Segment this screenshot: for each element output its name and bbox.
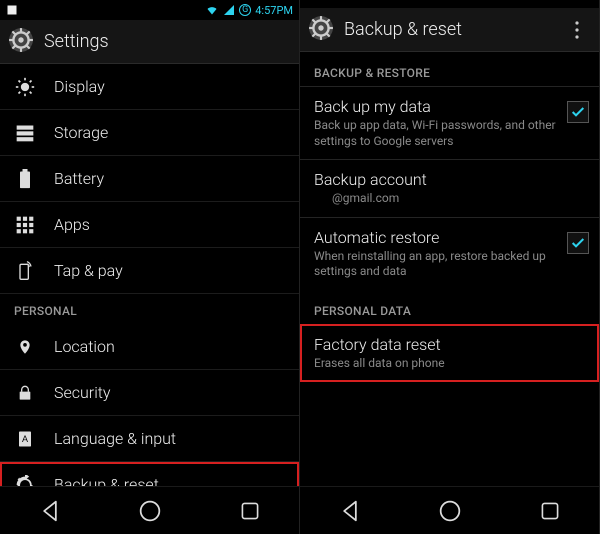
row-label: Backup & reset <box>54 475 159 486</box>
overflow-menu[interactable] <box>563 10 591 50</box>
row-subtitle: Back up app data, Wi-Fi passwords, and o… <box>314 118 559 149</box>
section-personal: PERSONAL <box>0 294 299 324</box>
settings-title: Settings <box>44 31 291 52</box>
row-label: Language & input <box>54 429 176 448</box>
wifi-icon <box>205 4 219 16</box>
screen-settings: G 4:57PM Settings Display Storage Batter… <box>0 0 300 534</box>
row-label: Battery <box>54 169 104 188</box>
row-label: Security <box>54 383 111 402</box>
section-personal-data: PERSONAL DATA <box>300 290 599 324</box>
screen-backup-reset: Backup & reset BACKUP & RESTORE Back up … <box>300 0 600 534</box>
gear-icon[interactable] <box>8 27 34 57</box>
row-subtitle: When reinstalling an app, restore backed… <box>314 249 559 280</box>
row-label: Location <box>54 337 115 356</box>
network-badge-icon: G <box>239 4 251 16</box>
backup-title: Backup & reset <box>344 19 553 40</box>
storage-icon <box>14 123 36 143</box>
row-automatic-restore[interactable]: Automatic restore When reinstalling an a… <box>300 217 599 290</box>
row-factory-reset[interactable]: Factory data reset Erases all data on ph… <box>300 324 599 382</box>
brightness-icon <box>14 77 36 97</box>
row-title: Backup account <box>314 170 589 189</box>
nav-recent[interactable] <box>537 498 563 524</box>
row-battery[interactable]: Battery <box>0 156 299 202</box>
row-subtitle: @gmail.com <box>314 191 589 207</box>
row-label: Storage <box>54 123 108 142</box>
row-display[interactable]: Display <box>0 64 299 110</box>
settings-header: Settings <box>0 20 299 64</box>
row-tap-pay[interactable]: Tap & pay <box>0 248 299 294</box>
row-title: Factory data reset <box>314 335 589 354</box>
location-icon <box>14 337 36 357</box>
signal-icon <box>223 4 235 16</box>
row-label: Apps <box>54 215 90 234</box>
gear-icon[interactable] <box>308 15 334 45</box>
language-icon: A <box>14 429 36 449</box>
apps-icon <box>14 215 36 235</box>
row-security[interactable]: Security <box>0 370 299 416</box>
nav-back[interactable] <box>336 497 364 525</box>
backup-content[interactable]: BACKUP & RESTORE Back up my data Back up… <box>300 52 599 486</box>
restore-icon <box>14 475 36 487</box>
row-title: Automatic restore <box>314 228 559 247</box>
row-backup-reset[interactable]: Backup & reset <box>0 462 299 486</box>
row-storage[interactable]: Storage <box>0 110 299 156</box>
section-backup-restore: BACKUP & RESTORE <box>300 52 599 86</box>
nav-recent[interactable] <box>237 498 263 524</box>
nav-home[interactable] <box>436 497 464 525</box>
row-backup-account[interactable]: Backup account @gmail.com <box>300 159 599 217</box>
checkbox-auto-restore[interactable] <box>567 232 589 254</box>
tap-pay-icon <box>14 261 36 281</box>
row-apps[interactable]: Apps <box>0 202 299 248</box>
nav-back[interactable] <box>36 497 64 525</box>
row-label: Display <box>54 77 105 96</box>
row-language[interactable]: A Language & input <box>0 416 299 462</box>
svg-text:A: A <box>22 434 28 444</box>
settings-list[interactable]: Display Storage Battery Apps Tap & pay <box>0 64 299 486</box>
lock-icon <box>14 383 36 403</box>
nav-bar <box>300 486 599 534</box>
backup-header: Backup & reset <box>300 8 599 52</box>
nav-home[interactable] <box>136 497 164 525</box>
row-backup-my-data[interactable]: Back up my data Back up app data, Wi-Fi … <box>300 86 599 159</box>
status-bar <box>300 0 599 8</box>
row-title: Back up my data <box>314 97 559 116</box>
checkbox-backup-data[interactable] <box>567 101 589 123</box>
row-label: Tap & pay <box>54 261 123 280</box>
nav-bar <box>0 486 299 534</box>
status-bar: G 4:57PM <box>0 0 299 20</box>
status-time: 4:57PM <box>255 4 293 17</box>
battery-icon <box>14 169 36 189</box>
row-subtitle: Erases all data on phone <box>314 356 589 372</box>
status-notification-icon <box>6 4 18 16</box>
row-location[interactable]: Location <box>0 324 299 370</box>
